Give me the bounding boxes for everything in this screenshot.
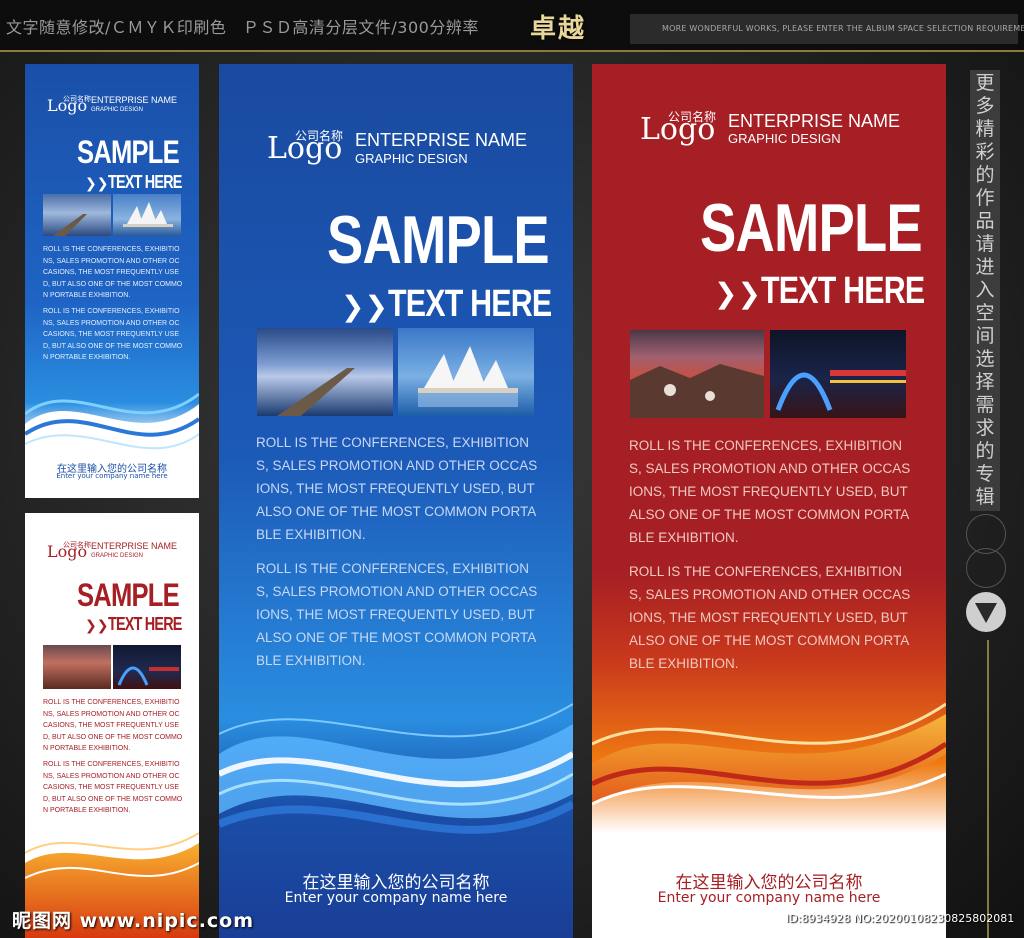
enterprise-name: ENTERPRISE NAME [728, 111, 901, 131]
vertical-char: 品 [975, 210, 995, 232]
wave-graphic [219, 703, 573, 834]
vertical-char: 更 [975, 72, 995, 94]
body-paragraph-2: ROLL IS THE CONFERENCES, EXHIBITIONS, SA… [256, 561, 538, 668]
body-paragraph-1: ROLL IS THE CONFERENCES, EXHIBITIONS, SA… [43, 699, 183, 752]
sample-headline: SAMPLE [77, 577, 180, 613]
text-here: TEXT HERE [108, 614, 183, 634]
vertical-char: 请 [975, 233, 995, 255]
photo-bridge-night [113, 645, 181, 689]
more-works-bar[interactable]: MORE WONDERFUL WORKS, PLEASE ENTER THE A… [630, 14, 1024, 44]
triangle-down-icon[interactable] [966, 592, 1006, 632]
enterprise-name: ENTERPRISE NAME [91, 541, 178, 551]
decor-circle [966, 548, 1006, 588]
photo-bridge-night [770, 330, 906, 418]
photo-opera-house [398, 328, 534, 416]
banner-small-white: 公司名称 Logo ENTERPRISE NAME GRAPHIC DESIGN… [25, 513, 199, 938]
sample-headline: SAMPLE [327, 202, 550, 278]
sample-headline: SAMPLE [700, 190, 923, 266]
photo-opera-house [113, 194, 181, 236]
banner-large-blue: 公司名称 Logo ENTERPRISE NAME GRAPHIC DESIGN… [219, 64, 573, 938]
enterprise-name: ENTERPRISE NAME [91, 95, 178, 105]
more-works-vertical-link[interactable]: 更多精彩的作品请进入空间选择需求的专辑 [970, 70, 1000, 511]
body-paragraph-1: ROLL IS THE CONFERENCES, EXHIBITIONS, SA… [629, 438, 911, 545]
vertical-char: 精 [975, 118, 995, 140]
vertical-char: 择 [975, 371, 995, 393]
logo: Logo [47, 96, 88, 115]
graphic-design: GRAPHIC DESIGN [91, 107, 144, 113]
chevron-right-icon: ❯❯ [714, 277, 761, 310]
sample-headline: SAMPLE [77, 134, 180, 170]
graphic-design: GRAPHIC DESIGN [91, 553, 144, 559]
vertical-char: 空 [975, 302, 995, 324]
graphic-design: GRAPHIC DESIGN [728, 131, 841, 146]
body-paragraph-2: ROLL IS THE CONFERENCES, EXHIBITIONS, SA… [43, 308, 183, 361]
vertical-char: 作 [975, 187, 995, 209]
vertical-char: 进 [975, 256, 995, 278]
logo: Logo [47, 542, 88, 561]
top-bar: 文字随意修改/ＣＭＹＫ印刷色 ＰＳＤ高清分层文件/300分辨率 卓越 MORE … [0, 0, 1024, 52]
vertical-char: 求 [975, 417, 995, 439]
watermark-right: ID:8934928 NO:20200108230825802081 [786, 912, 1015, 925]
company-name-en: Enter your company name here [284, 890, 508, 906]
vertical-char: 多 [975, 95, 995, 117]
vertical-char: 的 [975, 164, 995, 186]
text-here-line: ❯❯TEXT HERE [85, 614, 199, 635]
text-here: TEXT HERE [108, 172, 183, 192]
vertical-char: 需 [975, 394, 995, 416]
body-paragraph-1: ROLL IS THE CONFERENCES, EXHIBITIONS, SA… [43, 246, 183, 299]
banner-small-blue: 公司名称 Logo ENTERPRISE NAME GRAPHIC DESIGN… [25, 64, 199, 498]
watermark-left: 昵图网 www.nipic.com [12, 910, 255, 932]
vertical-char: 入 [975, 279, 995, 301]
divider [987, 640, 989, 938]
text-here-line: ❯❯TEXT HERE [341, 281, 573, 325]
text-here-line: ❯❯TEXT HERE [714, 268, 946, 312]
company-name-en: Enter your company name here [56, 472, 168, 480]
text-here: TEXT HERE [387, 283, 552, 325]
more-works-text: MORE WONDERFUL WORKS, PLEASE ENTER THE A… [662, 24, 1024, 33]
vertical-char: 彩 [975, 141, 995, 163]
banner-large-red: 公司名称 Logo ENTERPRISE NAME GRAPHIC DESIGN… [592, 64, 946, 938]
body-paragraph-1: ROLL IS THE CONFERENCES, EXHIBITIONS, SA… [256, 435, 538, 542]
photo-pier [43, 194, 111, 236]
vertical-char: 选 [975, 348, 995, 370]
graphic-design: GRAPHIC DESIGN [355, 151, 468, 166]
spec-text: 文字随意修改/ＣＭＹＫ印刷色 ＰＳＤ高清分层文件/300分辨率 [6, 18, 479, 37]
photo-landscape [43, 645, 111, 689]
vertical-char: 的 [975, 440, 995, 462]
photo-pier [257, 328, 393, 416]
text-here-line: ❯❯TEXT HERE [85, 172, 199, 193]
vertical-char: 间 [975, 325, 995, 347]
company-name-en: Enter your company name here [657, 890, 881, 906]
wave-graphic [592, 702, 946, 806]
text-here: TEXT HERE [760, 270, 925, 312]
body-paragraph-2: ROLL IS THE CONFERENCES, EXHIBITIONS, SA… [629, 564, 911, 671]
brand-title: 卓越 [530, 14, 587, 44]
chevron-right-icon: ❯❯ [341, 290, 388, 323]
chevron-right-icon: ❯❯ [85, 176, 109, 192]
photo-landscape [630, 330, 764, 418]
logo: Logo [640, 112, 716, 147]
vertical-char: 专 [975, 463, 995, 485]
body-paragraph-2: ROLL IS THE CONFERENCES, EXHIBITIONS, SA… [43, 761, 183, 814]
chevron-right-icon: ❯❯ [85, 618, 109, 634]
enterprise-name: ENTERPRISE NAME [355, 130, 528, 150]
logo: Logo [267, 131, 343, 166]
vertical-char: 辑 [975, 486, 995, 508]
